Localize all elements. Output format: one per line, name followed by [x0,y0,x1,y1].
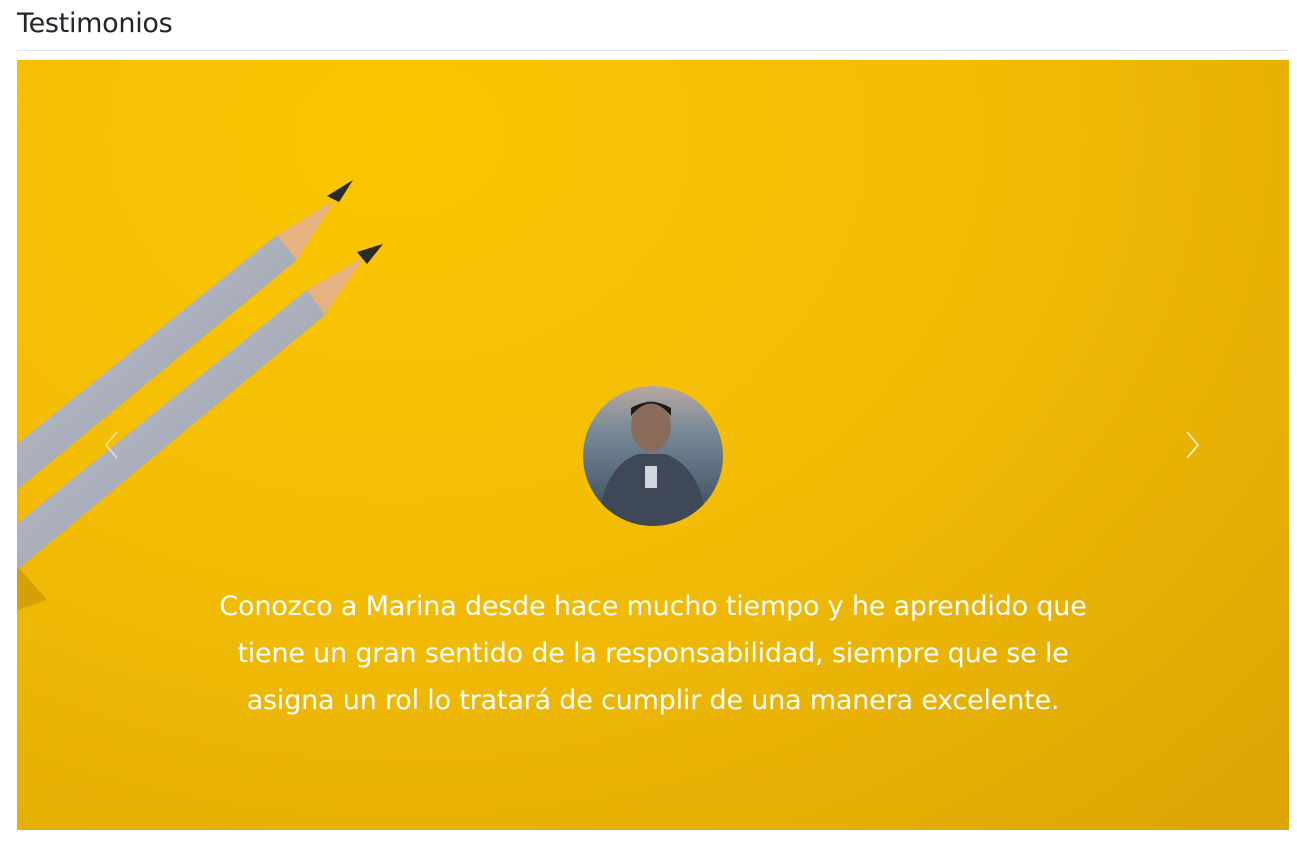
testimonial-carousel: Conozco a Marina desde hace mucho tiempo… [17,60,1289,830]
carousel-prev-button[interactable] [92,420,132,470]
testimonial-quote: Conozco a Marina desde hace mucho tiempo… [219,591,1087,716]
chevron-right-icon [1186,431,1200,459]
carousel-next-button[interactable] [1172,420,1212,470]
chevron-left-icon [104,431,118,459]
section-title: Testimonios [17,8,173,39]
divider [17,50,1289,51]
pencils-image [17,180,383,610]
testimonial-avatar [583,386,723,526]
